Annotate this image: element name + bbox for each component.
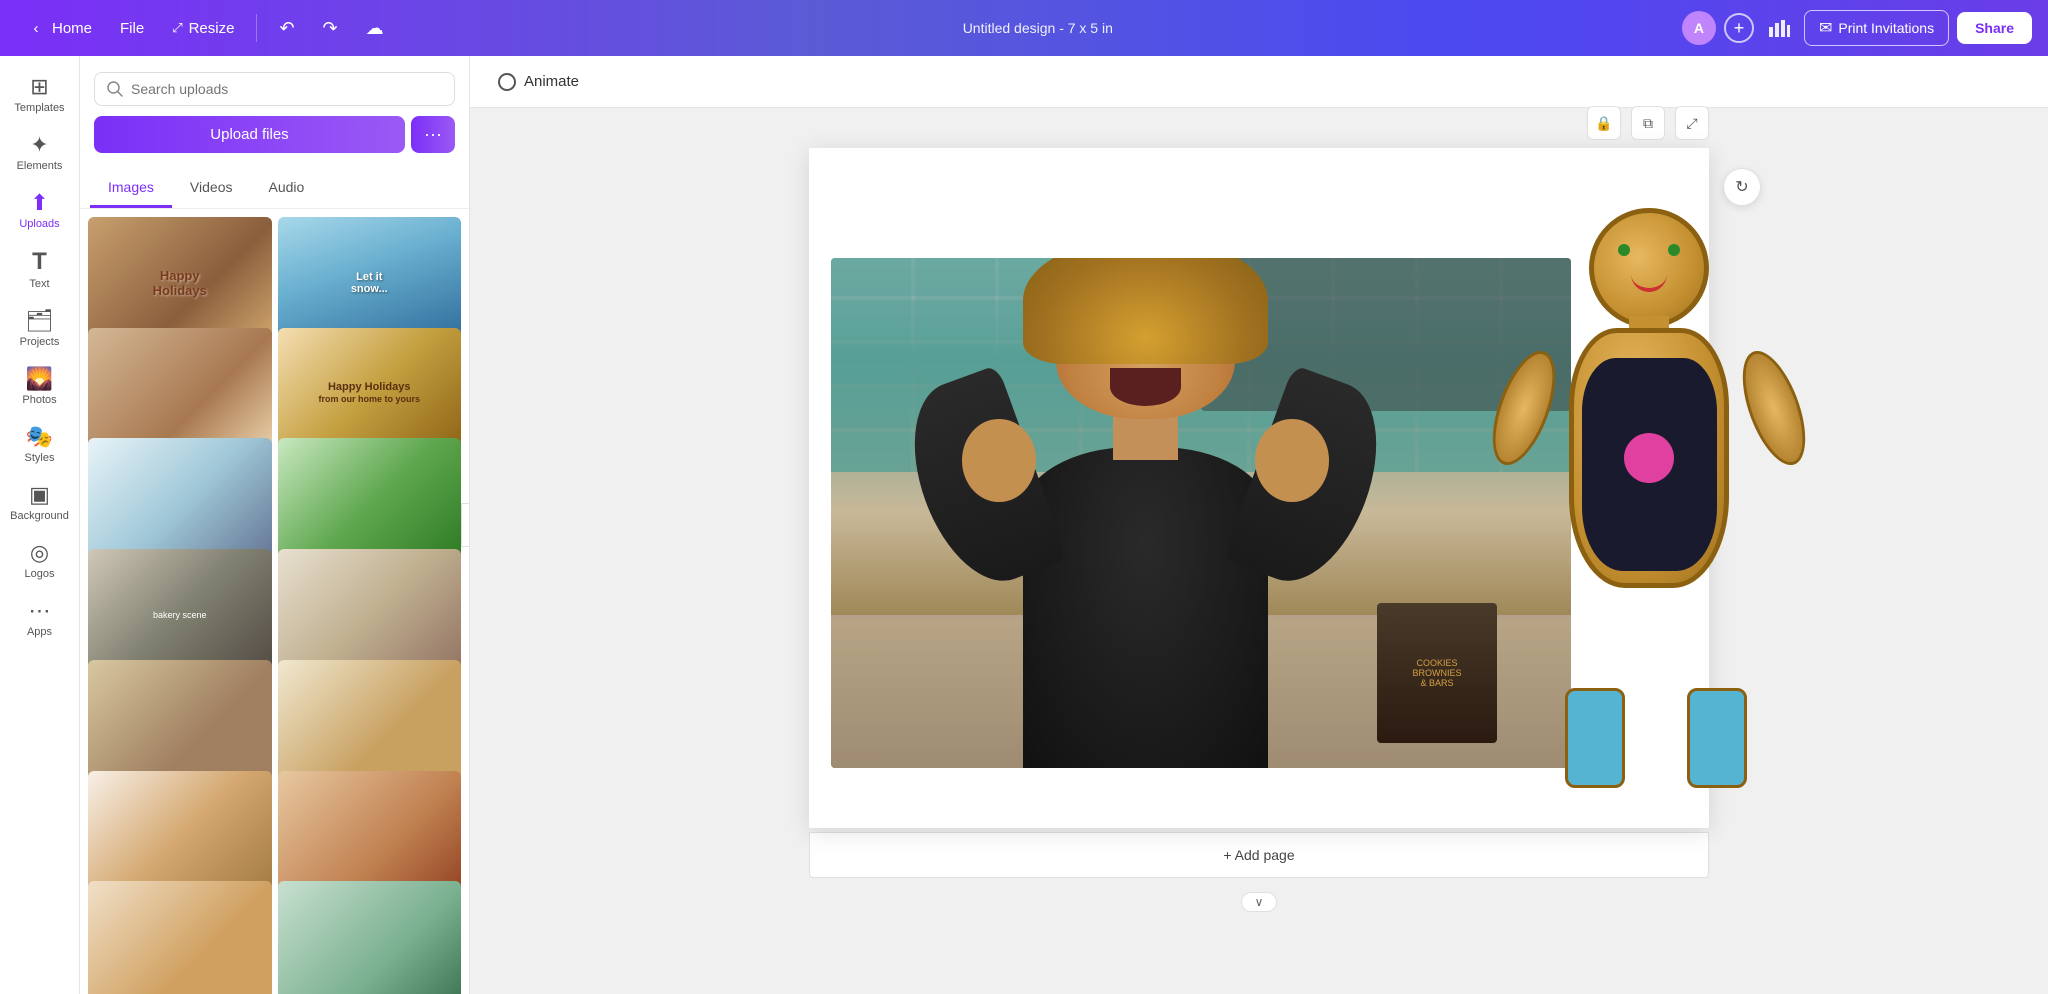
redo-button[interactable]: ↷ (313, 12, 348, 45)
duplicate-button[interactable]: ⧉ (1631, 106, 1665, 140)
file-button[interactable]: File (110, 14, 154, 43)
tabs: Images Videos Audio (80, 169, 469, 209)
sidebar-item-text[interactable]: T Text (4, 242, 76, 298)
sidebar-item-logos[interactable]: ◎ Logos (4, 534, 76, 588)
share-button[interactable]: Share (1957, 12, 2032, 44)
sidebar-item-photos[interactable]: 🌄 Photos (4, 360, 76, 414)
background-icon: ▣ (29, 484, 50, 506)
scroll-down-button[interactable]: ∨ (1241, 892, 1277, 912)
templates-icon: ⊞ (30, 76, 48, 98)
upload-btn-row: Upload files ··· (94, 116, 455, 153)
uploads-icon: ⬆ (30, 192, 48, 214)
expand-button[interactable]: ⤢ (1675, 106, 1709, 140)
styles-icon: 🎭 (26, 426, 53, 448)
sidebar-item-apps[interactable]: ⋯ Apps (4, 592, 76, 646)
search-input[interactable] (131, 81, 442, 97)
avatar[interactable]: A (1682, 11, 1716, 45)
sidebar-item-label: Styles (25, 452, 55, 464)
resize-label: Resize (189, 20, 235, 37)
upload-more-options-button[interactable]: ··· (411, 116, 455, 153)
sidebar-item-label: Elements (17, 160, 63, 172)
uploads-panel: Upload files ··· Images Videos Audio (80, 56, 470, 994)
sidebar-item-label: Text (29, 278, 49, 290)
logos-icon: ◎ (30, 542, 49, 564)
apps-icon: ⋯ (29, 600, 51, 622)
resize-button[interactable]: ⤢ Resize (162, 14, 244, 43)
chevron-down-icon: ∨ (1255, 895, 1264, 909)
tab-images[interactable]: Images (90, 169, 172, 208)
tab-audio[interactable]: Audio (250, 169, 322, 208)
search-icon (107, 81, 123, 97)
gingerbread-decoration[interactable] (1509, 208, 1789, 788)
lock-button[interactable]: 🔒 (1587, 106, 1621, 140)
upload-image-13[interactable] (88, 881, 272, 994)
topbar: ‹ Home File ⤢ Resize ↶ ↷ ☁ Untitled desi… (0, 0, 2048, 56)
panel-header: Upload files ··· (80, 56, 469, 163)
sidebar-item-templates[interactable]: ⊞ Templates (4, 68, 76, 122)
design-canvas: COOKIESBROWNIES& BARS (809, 148, 1709, 828)
add-page-label: + Add page (1223, 847, 1294, 863)
file-label: File (120, 20, 144, 37)
sidebar-item-projects[interactable]: 🗂 Projects (4, 302, 76, 356)
projects-icon: 🗂 (26, 310, 54, 332)
animate-bar: Animate (470, 56, 2048, 108)
add-collaborator-button[interactable]: + (1724, 13, 1754, 43)
upload-files-button[interactable]: Upload files (94, 116, 405, 153)
sidebar: ⊞ Templates ✦ Elements ⬆ Uploads T Text … (0, 56, 80, 994)
canvas-toolbar: 🔒 ⧉ ⤢ (1587, 106, 1709, 140)
animate-icon (498, 73, 516, 91)
sidebar-item-label: Templates (14, 102, 64, 114)
divider (256, 14, 257, 42)
animate-button[interactable]: Animate (488, 67, 589, 97)
print-invitations-button[interactable]: ✉ Print Invitations (1804, 10, 1949, 46)
upload-image-14[interactable] (278, 881, 462, 994)
canvas-area: Animate 🔒 ⧉ ⤢ ↻ (470, 56, 2048, 994)
save-button[interactable]: ☁ (356, 12, 394, 45)
sidebar-item-elements[interactable]: ✦ Elements (4, 126, 76, 180)
sidebar-item-uploads[interactable]: ⬆ Uploads (4, 184, 76, 238)
tab-videos[interactable]: Videos (172, 169, 251, 208)
uploads-image-grid: HappyHolidays Let itsnow... Happy Holida… (80, 209, 469, 994)
add-page-button[interactable]: + Add page (809, 832, 1709, 878)
rotate-button[interactable]: ↻ (1723, 168, 1761, 206)
sidebar-item-label: Logos (25, 568, 55, 580)
elements-icon: ✦ (30, 134, 48, 156)
search-box (94, 72, 455, 106)
text-icon: T (32, 250, 47, 274)
chevron-left-icon: ‹ (26, 18, 46, 38)
hide-panel-button[interactable]: ‹ (461, 503, 470, 547)
photos-icon: 🌄 (26, 368, 53, 390)
undo-button[interactable]: ↶ (269, 12, 304, 45)
animate-label: Animate (524, 73, 579, 90)
scroll-indicator: ∨ (809, 886, 1709, 918)
main-photo[interactable]: COOKIESBROWNIES& BARS (831, 258, 1571, 768)
sidebar-item-background[interactable]: ▣ Background (4, 476, 76, 530)
sidebar-item-label: Apps (27, 626, 52, 638)
main-layout: ⊞ Templates ✦ Elements ⬆ Uploads T Text … (0, 56, 2048, 994)
sidebar-item-label: Photos (22, 394, 56, 406)
analytics-button[interactable] (1762, 13, 1796, 43)
home-button[interactable]: ‹ Home (16, 12, 102, 44)
document-title: Untitled design - 7 x 5 in (963, 20, 1113, 36)
sidebar-item-label: Projects (20, 336, 60, 348)
home-label: Home (52, 20, 92, 37)
sidebar-item-label: Uploads (19, 218, 59, 230)
sidebar-item-styles[interactable]: 🎭 Styles (4, 418, 76, 472)
sidebar-item-label: Background (10, 510, 69, 522)
